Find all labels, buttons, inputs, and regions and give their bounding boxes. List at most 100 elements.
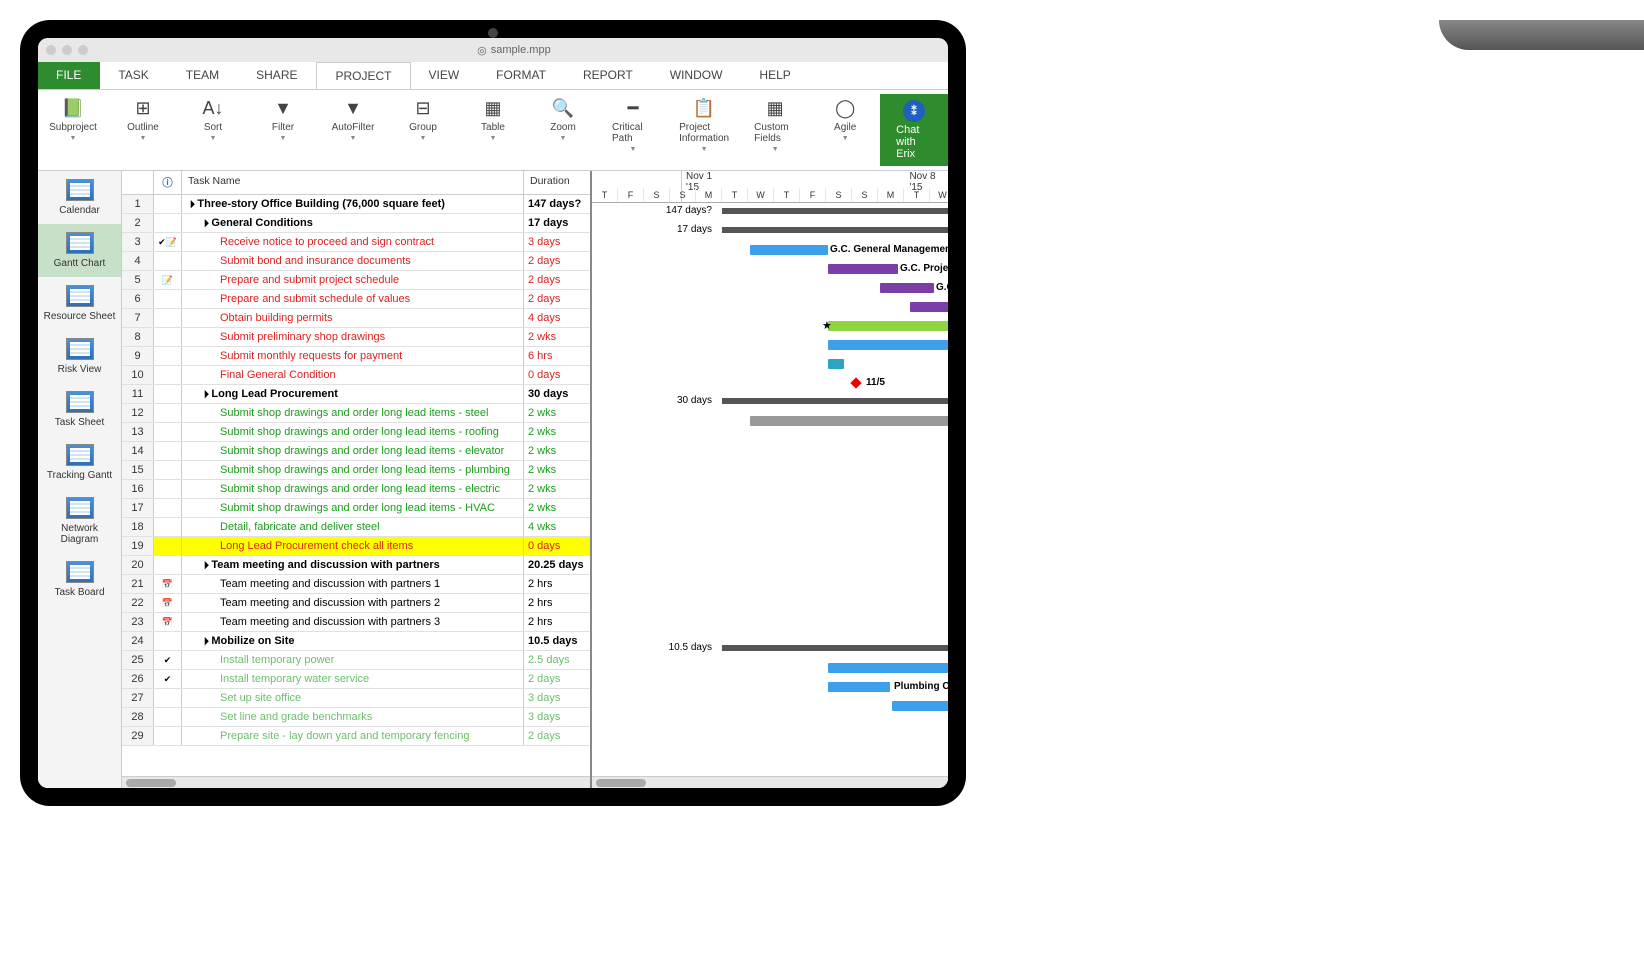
task-name[interactable]: Set up site office: [182, 689, 524, 707]
ribbon-filter[interactable]: ▼Filter▼: [248, 94, 318, 166]
gantt-bar[interactable]: [910, 302, 948, 312]
task-name[interactable]: Mobilize on Site: [182, 632, 524, 650]
task-row[interactable]: 26✔Install temporary water service2 days: [122, 670, 590, 689]
ribbon-custom-fields[interactable]: ▦Custom Fields▼: [740, 94, 810, 166]
gantt-bar[interactable]: [828, 663, 948, 673]
ribbon-subproject[interactable]: 📗Subproject▼: [38, 94, 108, 166]
task-duration[interactable]: 3 days: [524, 233, 590, 251]
ribbon-table[interactable]: ▦Table▼: [458, 94, 528, 166]
gantt-summary-bar[interactable]: [722, 645, 948, 651]
task-duration[interactable]: 0 days: [524, 537, 590, 555]
task-duration[interactable]: 2 wks: [524, 328, 590, 346]
col-taskname[interactable]: Task Name: [182, 171, 524, 194]
ribbon-group[interactable]: ⊟Group▼: [388, 94, 458, 166]
ribbon-critical-path[interactable]: ━Critical Path▼: [598, 94, 668, 166]
task-row[interactable]: 1Three-story Office Building (76,000 squ…: [122, 195, 590, 214]
ribbon-autofilter[interactable]: ▼AutoFilter▼: [318, 94, 388, 166]
task-name[interactable]: Submit bond and insurance documents: [182, 252, 524, 270]
gantt-summary-bar[interactable]: [722, 398, 948, 404]
sidebar-resource-sheet[interactable]: Resource Sheet: [38, 277, 121, 330]
task-duration[interactable]: 4 days: [524, 309, 590, 327]
menu-report[interactable]: REPORT: [565, 62, 652, 89]
task-duration[interactable]: 2 hrs: [524, 575, 590, 593]
task-name[interactable]: Submit monthly requests for payment: [182, 347, 524, 365]
task-row[interactable]: 3✔📝Receive notice to proceed and sign co…: [122, 233, 590, 252]
ribbon-project-information[interactable]: 📋Project Information▼: [668, 94, 740, 166]
menu-help[interactable]: HELP: [741, 62, 809, 89]
sidebar-tracking-gantt[interactable]: Tracking Gantt: [38, 436, 121, 489]
task-name[interactable]: Prepare and submit schedule of values: [182, 290, 524, 308]
task-name[interactable]: Install temporary water service: [182, 670, 524, 688]
gantt-bar[interactable]: [828, 359, 844, 369]
menu-format[interactable]: FORMAT: [478, 62, 565, 89]
task-row[interactable]: 9Submit monthly requests for payment6 hr…: [122, 347, 590, 366]
task-row[interactable]: 20Team meeting and discussion with partn…: [122, 556, 590, 575]
gantt-bar[interactable]: [828, 321, 948, 331]
task-row[interactable]: 10Final General Condition0 days: [122, 366, 590, 385]
task-duration[interactable]: 2 wks: [524, 461, 590, 479]
task-name[interactable]: Submit shop drawings and order long lead…: [182, 480, 524, 498]
task-duration[interactable]: 20.25 days: [524, 556, 590, 574]
task-name[interactable]: Install temporary power: [182, 651, 524, 669]
task-row[interactable]: 18Detail, fabricate and deliver steel4 w…: [122, 518, 590, 537]
task-name[interactable]: Submit shop drawings and order long lead…: [182, 423, 524, 441]
menu-project[interactable]: PROJECT: [316, 62, 410, 89]
task-name[interactable]: Obtain building permits: [182, 309, 524, 327]
sidebar-calendar[interactable]: Calendar: [38, 171, 121, 224]
task-row[interactable]: 8Submit preliminary shop drawings2 wks: [122, 328, 590, 347]
task-row[interactable]: 24Mobilize on Site10.5 days: [122, 632, 590, 651]
task-duration[interactable]: 2 days: [524, 271, 590, 289]
task-duration[interactable]: 3 days: [524, 689, 590, 707]
task-duration[interactable]: 147 days?: [524, 195, 590, 213]
task-name[interactable]: Detail, fabricate and deliver steel: [182, 518, 524, 536]
task-name[interactable]: Team meeting and discussion with partner…: [182, 556, 524, 574]
ribbon-zoom[interactable]: 🔍Zoom▼: [528, 94, 598, 166]
task-duration[interactable]: 2 wks: [524, 404, 590, 422]
gantt-bar[interactable]: [828, 264, 898, 274]
sidebar-risk-view[interactable]: Risk View: [38, 330, 121, 383]
task-name[interactable]: Receive notice to proceed and sign contr…: [182, 233, 524, 251]
menu-task[interactable]: TASK: [100, 62, 167, 89]
task-name[interactable]: Prepare and submit project schedule: [182, 271, 524, 289]
task-name[interactable]: Set line and grade benchmarks: [182, 708, 524, 726]
task-duration[interactable]: 2 days: [524, 252, 590, 270]
task-row[interactable]: 28Set line and grade benchmarks3 days: [122, 708, 590, 727]
task-row[interactable]: 23📅Team meeting and discussion with part…: [122, 613, 590, 632]
gantt-hscroll[interactable]: [592, 776, 948, 788]
col-duration[interactable]: Duration: [524, 171, 590, 194]
menu-team[interactable]: TEAM: [168, 62, 238, 89]
task-name[interactable]: Submit preliminary shop drawings: [182, 328, 524, 346]
sidebar-network-diagram[interactable]: Network Diagram: [38, 489, 121, 553]
task-name[interactable]: Team meeting and discussion with partner…: [182, 613, 524, 631]
gantt-bar[interactable]: [892, 701, 948, 711]
task-row[interactable]: 7Obtain building permits4 days: [122, 309, 590, 328]
task-name[interactable]: General Conditions: [182, 214, 524, 232]
task-duration[interactable]: 2 hrs: [524, 613, 590, 631]
task-duration[interactable]: 17 days: [524, 214, 590, 232]
task-row[interactable]: 11Long Lead Procurement30 days: [122, 385, 590, 404]
menu-share[interactable]: SHARE: [238, 62, 316, 89]
chat-button[interactable]: ⁑Chat with Erix: [880, 94, 948, 166]
gantt-bar[interactable]: [750, 245, 828, 255]
gantt-bar[interactable]: [750, 416, 948, 426]
gantt-bar[interactable]: [828, 340, 948, 350]
sidebar-task-sheet[interactable]: Task Sheet: [38, 383, 121, 436]
task-name[interactable]: Prepare site - lay down yard and tempora…: [182, 727, 524, 745]
task-duration[interactable]: 3 days: [524, 708, 590, 726]
task-row[interactable]: 17Submit shop drawings and order long le…: [122, 499, 590, 518]
task-name[interactable]: Submit shop drawings and order long lead…: [182, 499, 524, 517]
task-name[interactable]: Team meeting and discussion with partner…: [182, 594, 524, 612]
task-row[interactable]: 14Submit shop drawings and order long le…: [122, 442, 590, 461]
gantt-bar[interactable]: [828, 682, 890, 692]
gantt-bar[interactable]: [880, 283, 934, 293]
task-list[interactable]: 1Three-story Office Building (76,000 squ…: [122, 195, 590, 776]
task-row[interactable]: 16Submit shop drawings and order long le…: [122, 480, 590, 499]
task-name[interactable]: Submit shop drawings and order long lead…: [182, 461, 524, 479]
task-row[interactable]: 2General Conditions17 days: [122, 214, 590, 233]
task-row[interactable]: 12Submit shop drawings and order long le…: [122, 404, 590, 423]
task-duration[interactable]: 10.5 days: [524, 632, 590, 650]
task-duration[interactable]: 2 days: [524, 727, 590, 745]
task-row[interactable]: 25✔Install temporary power2.5 days: [122, 651, 590, 670]
task-name[interactable]: Submit shop drawings and order long lead…: [182, 442, 524, 460]
gantt-summary-bar[interactable]: [722, 208, 948, 214]
